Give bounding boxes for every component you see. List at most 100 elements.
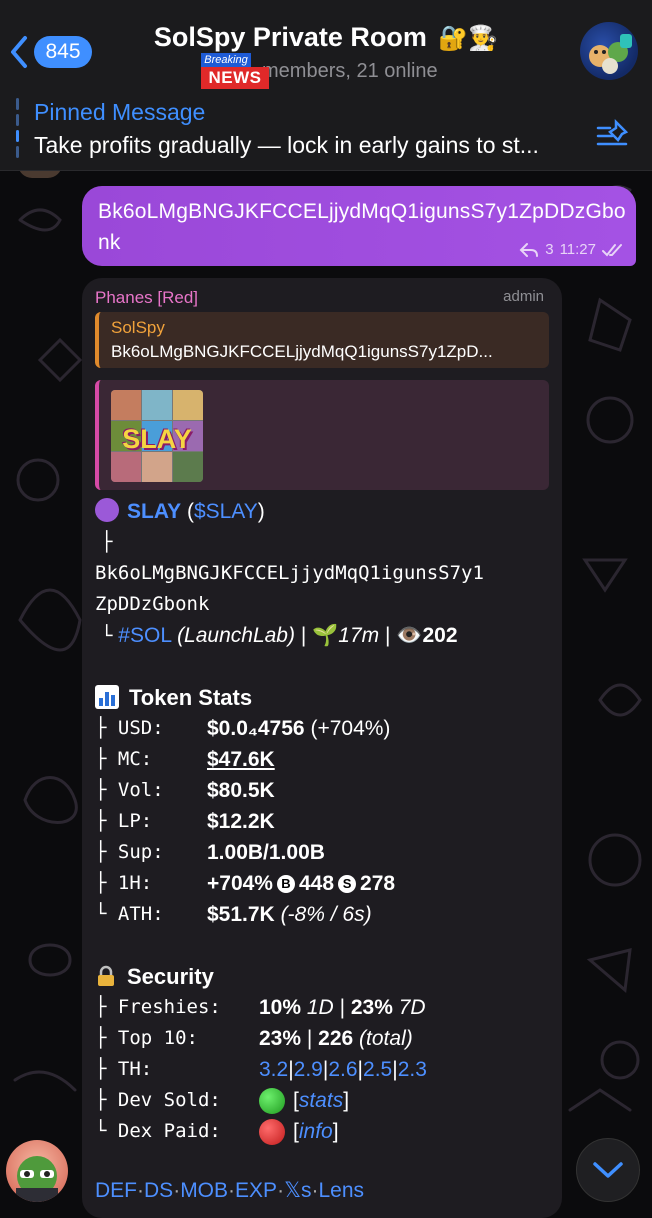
stat-key: ├ MC: bbox=[95, 748, 153, 770]
breaking-news-badge: Breaking NEWS bbox=[201, 53, 271, 89]
token-info: SLAY ($SLAY) ├ Bk6oLMgBNGJKFCCELjjydMqQ1… bbox=[95, 496, 555, 1147]
stat-key: ├ Vol: bbox=[95, 779, 164, 801]
message-meta: 3 11:27 bbox=[519, 241, 624, 258]
pinned-text: Take profits gradually — lock in early g… bbox=[34, 132, 539, 158]
branch-top: ├ bbox=[101, 531, 113, 553]
scroll-to-bottom-button[interactable] bbox=[576, 1138, 640, 1202]
footer-links: DEF·DS·MOB·EXP·𝕏s·Lens bbox=[95, 1179, 365, 1202]
stat-value: $12.2K bbox=[207, 810, 275, 833]
title-emoji: 🔐👨‍🍳 bbox=[438, 25, 499, 52]
link-lens[interactable]: Lens bbox=[318, 1179, 364, 1202]
contract-line-1[interactable]: Bk6oLMgBNGJKFCCELjjydMqQ1igunsS7y1 bbox=[95, 558, 555, 589]
token-preview-image[interactable]: SLAY bbox=[111, 390, 203, 482]
reply-text: Bk6oLMgBNGJKFCCELjjydMqQ1igunsS7y1ZpD... bbox=[111, 342, 493, 361]
unread-count-badge: 845 bbox=[34, 36, 92, 68]
stat-key: ├ USD: bbox=[95, 717, 164, 739]
group-avatar[interactable] bbox=[580, 22, 638, 80]
th-link[interactable]: 2.3 bbox=[398, 1054, 427, 1085]
red-circle-icon bbox=[259, 1118, 285, 1145]
stat-value: $0.0₄4756 bbox=[207, 717, 305, 740]
chain-line: └ #SOL (LaunchLab) | 🌱17m | 👁️202 bbox=[95, 620, 555, 651]
link-preview[interactable]: SLAY bbox=[95, 380, 549, 490]
group-avatar-art bbox=[589, 34, 632, 74]
admin-tag: admin bbox=[503, 288, 544, 305]
incoming-message-bubble[interactable]: Phanes [Red] admin SolSpy Bk6oLMgBNGJKFC… bbox=[82, 278, 562, 1218]
stat-value: $80.5K bbox=[207, 779, 275, 802]
news-badge-top: Breaking bbox=[201, 53, 251, 68]
stats-heading: Token Stats bbox=[95, 682, 555, 713]
stat-value: 1.00B/1.00B bbox=[207, 841, 325, 864]
stat-lp: ├ LP: $12.2K bbox=[95, 806, 555, 837]
th-link[interactable]: 2.5 bbox=[363, 1054, 392, 1085]
news-badge-bottom: NEWS bbox=[201, 67, 269, 89]
eye-icon: 👁️ bbox=[396, 624, 423, 647]
contract-line-2[interactable]: ZpDDzGbonk bbox=[95, 589, 555, 620]
token-age: 17m bbox=[338, 624, 380, 647]
holder-total: 226 bbox=[318, 1027, 354, 1050]
sell-count: 278 bbox=[360, 872, 396, 895]
buy-count: 448 bbox=[298, 872, 335, 895]
freshies-1d-label: 1D bbox=[306, 996, 334, 1019]
branch-end: └ bbox=[101, 625, 113, 647]
back-button[interactable]: 845 bbox=[8, 34, 108, 70]
dex-info-link[interactable]: info bbox=[299, 1116, 333, 1147]
stat-key: ├ Top 10: bbox=[95, 1027, 198, 1049]
chat-title[interactable]: SolSpy Private Room 🔐👨‍🍳 bbox=[110, 22, 542, 53]
outgoing-message-bubble[interactable]: Bk6oLMgBNGJKFCCELjjydMqQ1igunsS7y1ZpDDzG… bbox=[82, 186, 636, 266]
chevron-left-icon bbox=[11, 36, 27, 68]
double-check-icon bbox=[602, 243, 622, 256]
chain-link[interactable]: #SOL bbox=[118, 624, 171, 647]
stat-key: └ Dex Paid: bbox=[95, 1120, 221, 1142]
purple-circle-icon bbox=[95, 498, 119, 522]
stat-supply: ├ Sup: 1.00B/1.00B bbox=[95, 837, 555, 868]
pinned-message-bar[interactable]: Pinned Message Take profits gradually — … bbox=[0, 92, 652, 171]
stat-value: $51.7K bbox=[207, 903, 275, 926]
link-def[interactable]: DEF bbox=[95, 1179, 137, 1202]
freshies-7d-label: 7D bbox=[398, 996, 426, 1019]
sender-avatar[interactable] bbox=[6, 1140, 68, 1202]
separator: | bbox=[385, 624, 391, 647]
lock-icon bbox=[98, 965, 114, 986]
sec-th: ├ TH: 3.2 | 2.9 | 2.6 | 2.5 | 2.3 bbox=[95, 1054, 555, 1085]
market-cap-link[interactable]: $47.6K bbox=[207, 744, 275, 775]
link-mob[interactable]: MOB bbox=[180, 1179, 228, 1202]
link-ds[interactable]: DS bbox=[144, 1179, 173, 1202]
sender-name[interactable]: Phanes [Red] bbox=[95, 288, 198, 308]
pinned-list-icon[interactable] bbox=[596, 118, 632, 148]
pinned-title: Pinned Message bbox=[34, 99, 206, 125]
th-link[interactable]: 2.9 bbox=[294, 1054, 323, 1085]
token-ticker: ($SLAY) bbox=[186, 500, 265, 523]
stat-key: ├ Freshies: bbox=[95, 996, 221, 1018]
reply-author: SolSpy bbox=[111, 318, 165, 337]
link-exp[interactable]: EXP bbox=[235, 1179, 277, 1202]
pepe-avatar-art bbox=[16, 1156, 58, 1202]
th-link[interactable]: 2.6 bbox=[328, 1054, 357, 1085]
chat-title-text: SolSpy Private Room bbox=[153, 22, 427, 52]
stat-vol: ├ Vol: $80.5K bbox=[95, 775, 555, 806]
top10-value: 23% bbox=[259, 1027, 302, 1050]
reply-count: 3 bbox=[545, 241, 554, 258]
link-x-search[interactable]: 𝕏s bbox=[284, 1179, 311, 1202]
buy-icon: B bbox=[276, 874, 295, 893]
stat-key: ├ Dev Sold: bbox=[95, 1089, 221, 1111]
sec-dev-sold: ├ Dev Sold: [stats] bbox=[95, 1085, 555, 1116]
pinned-indicator bbox=[16, 98, 19, 162]
stat-mc: ├ MC: $47.6K bbox=[95, 744, 555, 775]
stat-change: (+704%) bbox=[310, 717, 391, 740]
th-link[interactable]: 3.2 bbox=[259, 1054, 288, 1085]
dev-stats-link[interactable]: stats bbox=[299, 1085, 343, 1116]
token-name-link[interactable]: SLAY bbox=[127, 500, 181, 523]
holder-total-label: (total) bbox=[359, 1027, 413, 1050]
token-ticker-link[interactable]: $SLAY bbox=[194, 500, 258, 523]
sec-dex-paid: └ Dex Paid: [info] bbox=[95, 1116, 555, 1147]
token-title-line: SLAY ($SLAY) bbox=[95, 496, 555, 527]
stat-key: ├ 1H: bbox=[95, 872, 153, 894]
stat-key: ├ LP: bbox=[95, 810, 153, 832]
stat-ath: └ ATH: $51.7K (-8% / 6s) bbox=[95, 899, 555, 930]
security-heading: Security bbox=[95, 961, 555, 992]
chat-subtitle: members, 21 online bbox=[262, 60, 438, 82]
stat-1h: ├ 1H: +704% B 448 S 278 bbox=[95, 868, 555, 899]
stat-value: +704% bbox=[207, 872, 273, 895]
reply-quote[interactable]: SolSpy Bk6oLMgBNGJKFCCELjjydMqQ1igunsS7y… bbox=[95, 312, 549, 368]
sell-icon: S bbox=[338, 874, 357, 893]
